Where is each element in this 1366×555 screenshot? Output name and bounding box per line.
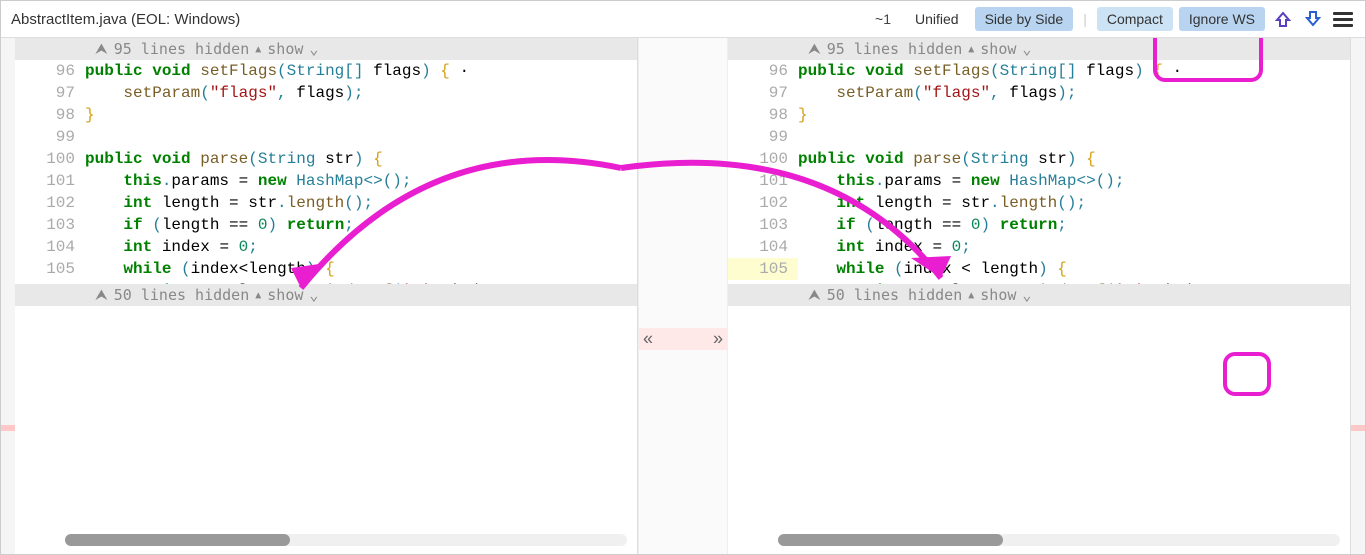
line-number: 97 (15, 82, 85, 104)
collapse-bar-top[interactable]: ⮝ 95 lines hidden ▲ show ⌄ (728, 38, 1350, 60)
apply-left-icon[interactable]: « (643, 329, 653, 350)
code-line[interactable]: 106 int equals = str.indexOf('=', index (15, 280, 637, 284)
chevron-down-icon: ⌄ (309, 286, 318, 304)
expand-up-icon: ⮝ (95, 40, 108, 58)
scrollbar-thumb[interactable] (65, 534, 290, 546)
left-strip[interactable] (1, 38, 15, 554)
chevron-down-icon: ⌄ (1022, 40, 1031, 58)
left-code[interactable]: 96public void setFlags(String[] flags) {… (15, 60, 637, 284)
file-title: AbstractItem.java (EOL: Windows) (11, 11, 861, 28)
code-line[interactable]: 102 int length = str.length(); (15, 192, 637, 214)
connector-band: » « (639, 328, 727, 350)
scrollbar-thumb[interactable] (778, 534, 1003, 546)
line-number: 98 (728, 104, 798, 126)
code-line[interactable]: 104 int index = 0; (15, 236, 637, 258)
code-line[interactable]: 104 int index = 0; (728, 236, 1350, 258)
diff-header: AbstractItem.java (EOL: Windows) ~1 Unif… (1, 1, 1365, 38)
line-number: 96 (15, 60, 85, 82)
hidden-count: 95 lines hidden (114, 40, 249, 58)
line-number: 99 (15, 126, 85, 148)
code-line[interactable]: 97 setParam("flags", flags); (728, 82, 1350, 104)
line-number: 101 (728, 170, 798, 192)
show-label[interactable]: show (980, 286, 1016, 304)
hidden-count: 95 lines hidden (827, 40, 962, 58)
expand-up-icon: ⮝ (808, 286, 821, 304)
line-number: 104 (728, 236, 798, 258)
expand-up-icon: ⮝ (808, 40, 821, 58)
next-diff-button[interactable] (1301, 7, 1325, 31)
code-line[interactable]: 106 int equals = str.indexOf('=', index (728, 280, 1350, 284)
triangle-icon: ▲ (255, 290, 261, 301)
diff-connector: » « (638, 38, 728, 554)
code-line[interactable]: 101 this.params = new HashMap<>(); (15, 170, 637, 192)
code-line[interactable]: 105 while (index < length) { (728, 258, 1350, 280)
code-line[interactable]: 98} (15, 104, 637, 126)
h-scrollbar[interactable] (65, 534, 627, 546)
collapse-bar-bottom[interactable]: ⮝ 50 lines hidden ▲ show ⌄ (728, 284, 1350, 306)
code-line[interactable]: 99 (728, 126, 1350, 148)
code-line[interactable]: 103 if (length == 0) return; (728, 214, 1350, 236)
line-number: 102 (15, 192, 85, 214)
arrow-up-icon (1274, 10, 1292, 28)
line-number: 96 (728, 60, 798, 82)
right-pane: ⮝ 95 lines hidden ▲ show ⌄ 96public void… (728, 38, 1351, 554)
line-number: 99 (728, 126, 798, 148)
line-number: 98 (15, 104, 85, 126)
code-line[interactable]: 105 while (index<length) { (15, 258, 637, 280)
line-number: 101 (15, 170, 85, 192)
line-number: 104 (15, 236, 85, 258)
code-line[interactable]: 103 if (length == 0) return; (15, 214, 637, 236)
triangle-icon: ▲ (968, 290, 974, 301)
chevron-down-icon: ⌄ (309, 40, 318, 58)
line-number: 106 (728, 280, 798, 284)
side-by-side-button[interactable]: Side by Side (975, 7, 1074, 31)
line-number: 105 (15, 258, 85, 280)
unified-button[interactable]: Unified (905, 7, 969, 31)
expand-up-icon: ⮝ (95, 286, 108, 304)
show-label[interactable]: show (267, 286, 303, 304)
line-number: 105 (728, 258, 798, 280)
code-line[interactable]: 96public void setFlags(String[] flags) {… (15, 60, 637, 82)
strip-marker[interactable] (1351, 425, 1365, 431)
code-line[interactable]: 101 this.params = new HashMap<>(); (728, 170, 1350, 192)
code-line[interactable]: 97 setParam("flags", flags); (15, 82, 637, 104)
right-strip[interactable] (1351, 38, 1365, 554)
diff-counter: ~1 (867, 11, 899, 27)
code-line[interactable]: 98} (728, 104, 1350, 126)
line-number: 100 (15, 148, 85, 170)
arrow-down-icon (1304, 10, 1322, 28)
ignore-ws-button[interactable]: Ignore WS (1179, 7, 1265, 31)
code-line[interactable]: 100public void parse(String str) { (728, 148, 1350, 170)
triangle-icon: ▲ (968, 44, 974, 55)
line-number: 106 (15, 280, 85, 284)
code-line[interactable]: 102 int length = str.length(); (728, 192, 1350, 214)
diff-area: ⮝ 95 lines hidden ▲ show ⌄ 96public void… (1, 38, 1365, 554)
code-line[interactable]: 96public void setFlags(String[] flags) {… (728, 60, 1350, 82)
line-number: 97 (728, 82, 798, 104)
line-number: 100 (728, 148, 798, 170)
compact-button[interactable]: Compact (1097, 7, 1173, 31)
h-scrollbar[interactable] (778, 534, 1340, 546)
prev-diff-button[interactable] (1271, 7, 1295, 31)
code-line[interactable]: 100public void parse(String str) { (15, 148, 637, 170)
menu-button[interactable] (1331, 7, 1355, 31)
line-number: 103 (15, 214, 85, 236)
show-label[interactable]: show (980, 40, 1016, 58)
triangle-icon: ▲ (255, 44, 261, 55)
line-number: 102 (728, 192, 798, 214)
strip-marker[interactable] (1, 425, 15, 431)
right-code[interactable]: 96public void setFlags(String[] flags) {… (728, 60, 1350, 284)
line-number: 103 (728, 214, 798, 236)
collapse-bar-bottom[interactable]: ⮝ 50 lines hidden ▲ show ⌄ (15, 284, 637, 306)
apply-right-icon[interactable]: » (713, 329, 723, 350)
separator: | (1079, 11, 1091, 27)
hidden-count: 50 lines hidden (114, 286, 249, 304)
show-label[interactable]: show (267, 40, 303, 58)
chevron-down-icon: ⌄ (1022, 286, 1031, 304)
hidden-count: 50 lines hidden (827, 286, 962, 304)
code-line[interactable]: 99 (15, 126, 637, 148)
collapse-bar-top[interactable]: ⮝ 95 lines hidden ▲ show ⌄ (15, 38, 637, 60)
left-pane: ⮝ 95 lines hidden ▲ show ⌄ 96public void… (15, 38, 638, 554)
